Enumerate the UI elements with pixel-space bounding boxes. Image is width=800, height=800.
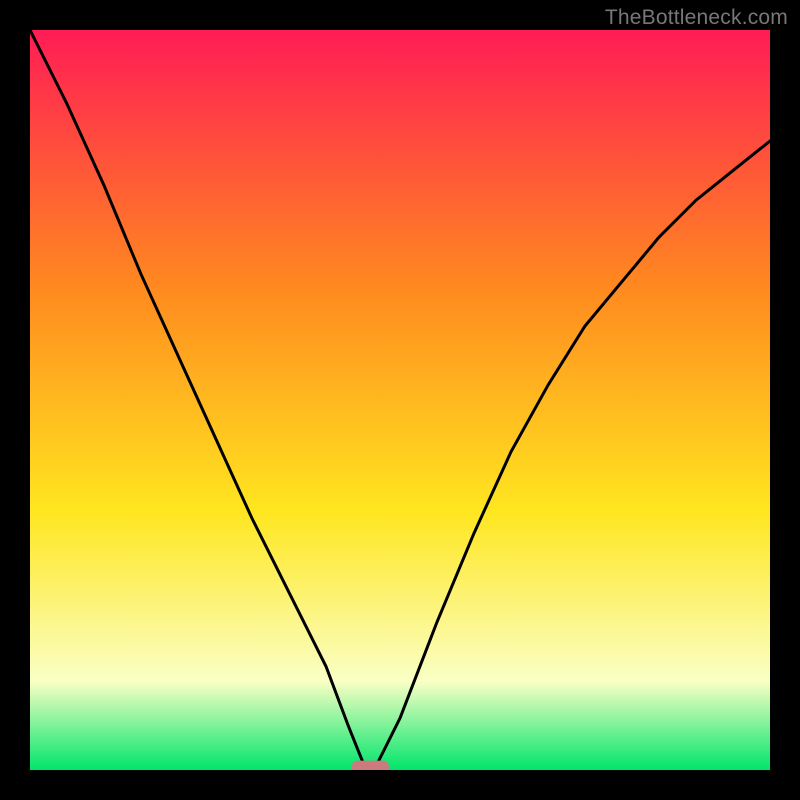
gradient-background [30, 30, 770, 770]
chart-svg [30, 30, 770, 770]
plot-area [30, 30, 770, 770]
chart-frame: TheBottleneck.com [0, 0, 800, 800]
watermark-text: TheBottleneck.com [605, 6, 788, 30]
optimal-marker [352, 761, 389, 770]
